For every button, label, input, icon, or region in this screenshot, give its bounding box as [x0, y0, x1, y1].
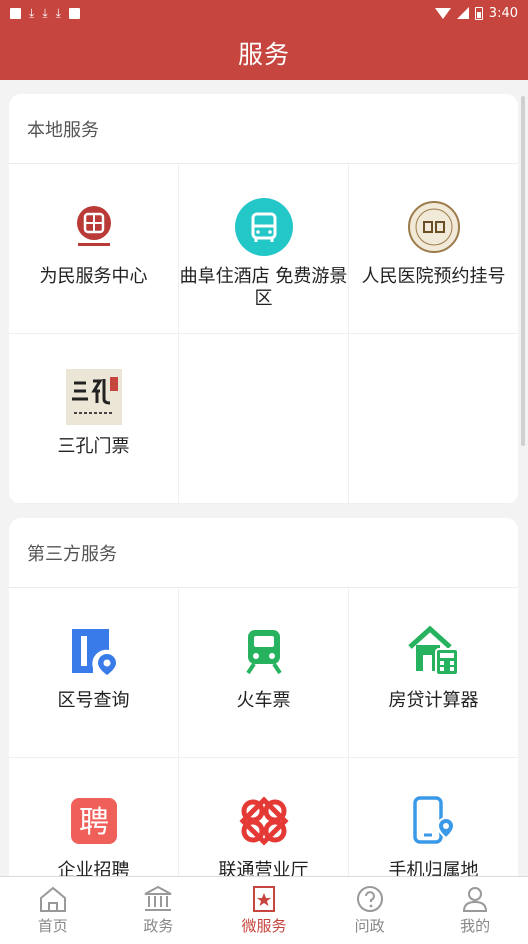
service-weimin[interactable]: 为民服务中心: [9, 164, 179, 334]
page-title: 服务: [237, 40, 290, 69]
service-label: 为民服务中心: [39, 266, 148, 287]
download-icon: ⤓: [55, 6, 61, 20]
bottom-tab-bar: 首页 政务 微服务 问政 我的: [0, 876, 528, 944]
service-sankong-ticket[interactable]: 三孔门票: [9, 334, 179, 504]
app-bar: 服务: [0, 26, 528, 80]
home-icon: [39, 886, 66, 912]
signal-icon: [456, 7, 469, 19]
train-icon: [235, 622, 293, 680]
tab-mine[interactable]: 我的: [422, 877, 528, 944]
service-label: 三孔门票: [57, 436, 130, 457]
service-mortgage-calculator[interactable]: 房贷计算器: [349, 588, 518, 758]
user-icon: [463, 887, 488, 912]
service-hospital[interactable]: 人民医院预约挂号: [349, 164, 518, 334]
third-party-services-card: 第三方服务 区号查询 火车票 房贷计算器 聘 企业招聘 联通营业厅 手机归属地: [9, 518, 518, 918]
weimin-logo-icon: [65, 198, 123, 256]
image-icon: [68, 7, 80, 19]
service-label: 房贷计算器: [388, 690, 479, 711]
tab-home[interactable]: 首页: [0, 877, 106, 944]
tab-label: 微服务: [241, 917, 287, 935]
section-title-local: 本地服务: [9, 94, 518, 164]
status-bar: ⤓ ⤓ ⤓ 3:40: [0, 0, 528, 26]
service-area-code[interactable]: 区号查询: [9, 588, 179, 758]
recruit-icon: 聘: [65, 792, 123, 850]
scrollbar[interactable]: [521, 96, 525, 446]
service-label: 区号查询: [57, 690, 130, 711]
unicom-icon: [235, 792, 293, 850]
bus-icon: [234, 198, 293, 256]
tab-inquiry[interactable]: 问政: [317, 877, 423, 944]
wifi-icon: [434, 7, 451, 19]
sankong-logo-icon: [65, 368, 123, 426]
service-label: 火车票: [236, 690, 291, 711]
status-time: 3:40: [488, 5, 518, 21]
question-icon: [356, 886, 383, 912]
mortgage-calculator-icon: [405, 622, 463, 680]
tab-label: 问政: [354, 917, 385, 935]
hospital-logo-icon: [405, 198, 463, 256]
micro-service-icon: [252, 886, 275, 912]
service-label: 人民医院预约挂号: [361, 266, 506, 287]
section-title-third-party: 第三方服务: [9, 518, 518, 588]
tab-label: 我的: [460, 917, 491, 935]
tab-label: 首页: [37, 917, 68, 935]
download-icon: ⤓: [29, 6, 35, 20]
service-train-ticket[interactable]: 火车票: [179, 588, 349, 758]
service-label: 曲阜住酒店 免费游景区: [179, 266, 348, 309]
tab-government[interactable]: 政务: [106, 877, 212, 944]
area-code-icon: [65, 622, 123, 680]
battery-icon: [474, 6, 483, 20]
phone-location-icon: [405, 792, 463, 850]
empty-cell: [349, 334, 518, 504]
tab-label: 政务: [143, 917, 174, 935]
local-services-card: 本地服务 为民服务中心 曲阜住酒店 免费游景区 人民医院预约挂号 三孔门票: [9, 94, 518, 504]
download-icon: ⤓: [42, 6, 48, 20]
empty-cell: [179, 334, 349, 504]
government-icon: [144, 885, 172, 911]
svg-text:聘: 聘: [79, 805, 109, 840]
square-icon: [10, 7, 21, 19]
tab-micro-service[interactable]: 微服务: [211, 877, 317, 944]
service-hotel-scenic[interactable]: 曲阜住酒店 免费游景区: [179, 164, 349, 334]
